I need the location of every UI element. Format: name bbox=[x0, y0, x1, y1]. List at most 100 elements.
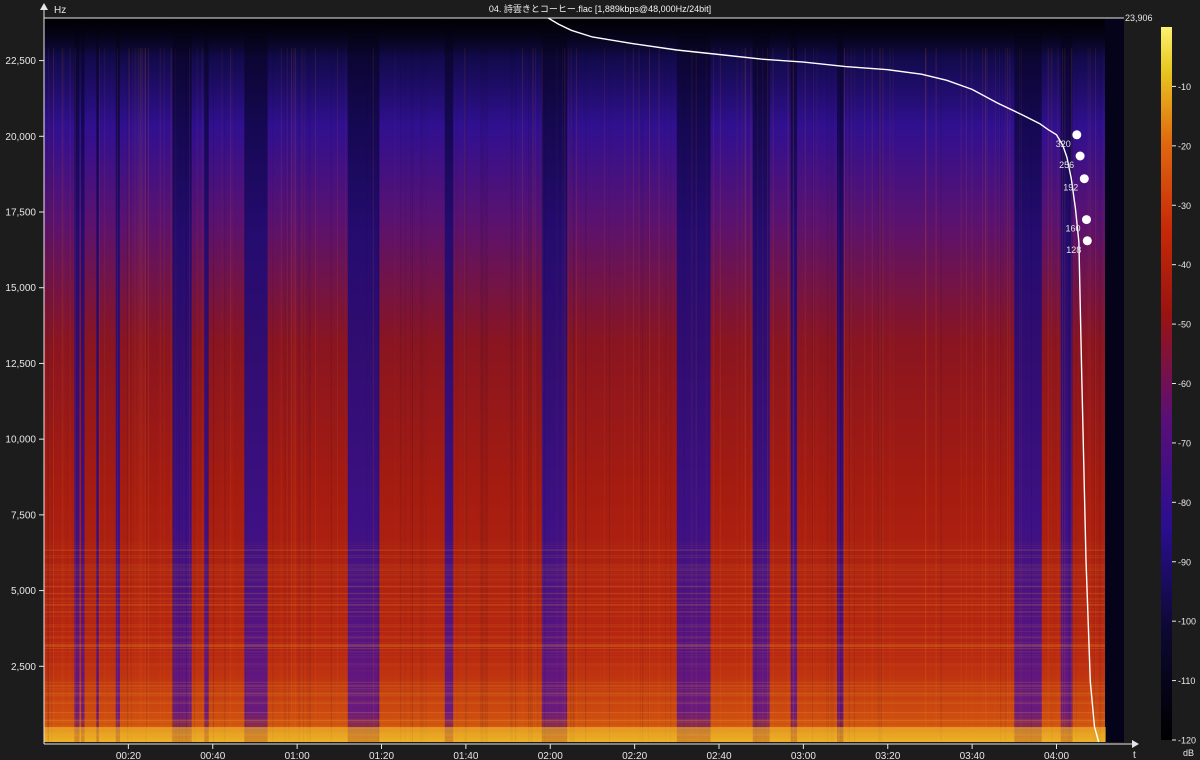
bitrate-marker-label: 320 bbox=[1056, 139, 1071, 149]
x-axis-arrow-icon bbox=[1132, 740, 1139, 748]
harmonic-line bbox=[44, 597, 1106, 599]
colorbar: -10-20-30-40-50-60-70-80-90-100-110-120 … bbox=[1161, 27, 1196, 758]
x-tick-label: 02:40 bbox=[706, 751, 731, 760]
harmonic-line bbox=[44, 654, 1106, 655]
x-tick-label: 02:20 bbox=[622, 751, 647, 760]
quiet-band bbox=[244, 18, 268, 742]
harmonic-line bbox=[44, 624, 1106, 625]
harmonic-line bbox=[44, 682, 1106, 683]
harmonic-line bbox=[44, 720, 1106, 722]
bitrate-marker-label: 160 bbox=[1065, 224, 1080, 234]
harmonic-line bbox=[44, 626, 1106, 628]
harmonic-line bbox=[44, 636, 1106, 638]
colorbar-unit: dB bbox=[1183, 748, 1194, 758]
harmonic-line bbox=[44, 545, 1106, 547]
harmonic-line bbox=[44, 581, 1106, 583]
quiet-band bbox=[115, 18, 120, 742]
colorbar-tick-label: -80 bbox=[1178, 498, 1191, 508]
colorbar-tick-label: -30 bbox=[1178, 201, 1191, 211]
harmonic-line bbox=[44, 663, 1106, 665]
x-tick-label: 00:40 bbox=[200, 751, 225, 760]
top-fade bbox=[44, 18, 1124, 58]
colorbar-tick-label: -60 bbox=[1178, 379, 1191, 389]
harmonic-line bbox=[44, 592, 1106, 594]
harmonic-line bbox=[44, 546, 1106, 548]
harmonic-line bbox=[44, 656, 1106, 658]
harmonic-line bbox=[44, 568, 1106, 570]
y-tick-label: 20,000 bbox=[5, 132, 36, 143]
colorbar-ticks: -10 -20 -30 -40 -50 -60 -70 -80 -90 -100 -110 -120 bbox=[1172, 82, 1196, 746]
harmonic-line bbox=[44, 611, 1106, 613]
harmonic-line bbox=[44, 688, 1106, 690]
harmonic-line bbox=[44, 580, 1106, 582]
quiet-band bbox=[444, 18, 454, 742]
harmonic-line bbox=[44, 631, 1106, 633]
colorbar-tick-label: -90 bbox=[1178, 557, 1191, 567]
quiet-band bbox=[347, 18, 380, 742]
harmonic-line bbox=[44, 616, 1106, 618]
max-frequency-label: 23,906 bbox=[1125, 13, 1153, 23]
harmonic-line bbox=[44, 715, 1106, 717]
colorbar-tick-label: -70 bbox=[1178, 438, 1191, 448]
bitrate-marker-label: 192 bbox=[1063, 183, 1078, 193]
y-axis-arrow-icon bbox=[40, 3, 48, 10]
bitrate-marker-label: 128 bbox=[1066, 245, 1081, 255]
x-tick-label: 04:00 bbox=[1044, 751, 1069, 760]
harmonic-line bbox=[44, 586, 1106, 587]
harmonic-line bbox=[44, 563, 1106, 565]
y-ticks: 2,500 5,000 7,500 10,000 12,500 15,000 17,500 2… bbox=[5, 56, 44, 673]
y-tick-label: 12,500 bbox=[5, 359, 36, 370]
y-tick-label: 7,500 bbox=[11, 510, 36, 521]
harmonic-line bbox=[44, 573, 1106, 575]
harmonic-line bbox=[44, 684, 1106, 686]
bitrate-marker-dot bbox=[1075, 151, 1085, 161]
bitrate-marker-dot bbox=[1072, 130, 1082, 140]
quiet-band bbox=[204, 18, 209, 742]
harmonic-line bbox=[44, 625, 1106, 627]
harmonic-line bbox=[44, 575, 1106, 577]
harmonic-line bbox=[44, 722, 1106, 724]
x-tick-label: 02:00 bbox=[538, 751, 563, 760]
harmonic-line bbox=[44, 578, 1106, 580]
harmonic-line bbox=[44, 712, 1106, 714]
cutoff-dark-region bbox=[1105, 18, 1124, 742]
colorbar-tick-label: -40 bbox=[1178, 260, 1191, 270]
x-ticks: 00:20 00:40 01:00 01:20 01:40 02:00 02:20 02:40… bbox=[116, 744, 1069, 760]
y-tick-label: 22,500 bbox=[5, 56, 36, 67]
harmonic-line bbox=[44, 642, 1106, 644]
y-tick-label: 17,500 bbox=[5, 208, 36, 219]
spectrogram-window: 04. 詩雲きとコーヒー.flac [1,889kbps@48,000Hz/24… bbox=[0, 0, 1200, 760]
x-axis-unit: t bbox=[1133, 750, 1136, 760]
quiet-band bbox=[541, 18, 568, 742]
harmonic-line bbox=[44, 556, 1106, 558]
harmonic-line bbox=[44, 572, 1106, 574]
x-tick-label: 01:40 bbox=[453, 751, 478, 760]
x-tick-label: 01:00 bbox=[285, 751, 310, 760]
y-tick-label: 15,000 bbox=[5, 283, 36, 294]
harmonic-line bbox=[44, 599, 1106, 601]
harmonic-line bbox=[44, 569, 1106, 571]
harmonic-line bbox=[44, 700, 1106, 702]
colorbar-gradient bbox=[1161, 27, 1172, 740]
harmonic-line bbox=[44, 685, 1106, 687]
bitrate-marker-dot bbox=[1082, 215, 1091, 225]
colorbar-tick-label: -100 bbox=[1178, 617, 1196, 627]
x-tick-label: 03:40 bbox=[960, 751, 985, 760]
harmonic-line bbox=[44, 690, 1106, 691]
x-tick-label: 03:20 bbox=[875, 751, 900, 760]
bitrate-marker-label: 256 bbox=[1059, 160, 1074, 170]
harmonic-line bbox=[44, 665, 1106, 667]
harmonic-line bbox=[44, 542, 1106, 544]
harmonic-line bbox=[44, 702, 1106, 704]
spectrogram-plot-area: 320 256 192 160 128 bbox=[44, 17, 1124, 743]
bitrate-marker-dot bbox=[1079, 174, 1089, 184]
harmonic-line bbox=[44, 646, 1106, 647]
spectrogram-chart: 320 256 192 160 128 Hz t 23,906 2,500 5,000 7,… bbox=[5, 3, 1196, 760]
harmonic-line bbox=[44, 719, 1106, 721]
y-tick-label: 10,000 bbox=[5, 435, 36, 446]
harmonic-line bbox=[44, 608, 1106, 610]
harmonic-line bbox=[44, 604, 1106, 605]
harmonic-line bbox=[44, 555, 1106, 556]
colorbar-tick-label: -120 bbox=[1178, 736, 1196, 746]
quiet-band bbox=[81, 18, 85, 742]
